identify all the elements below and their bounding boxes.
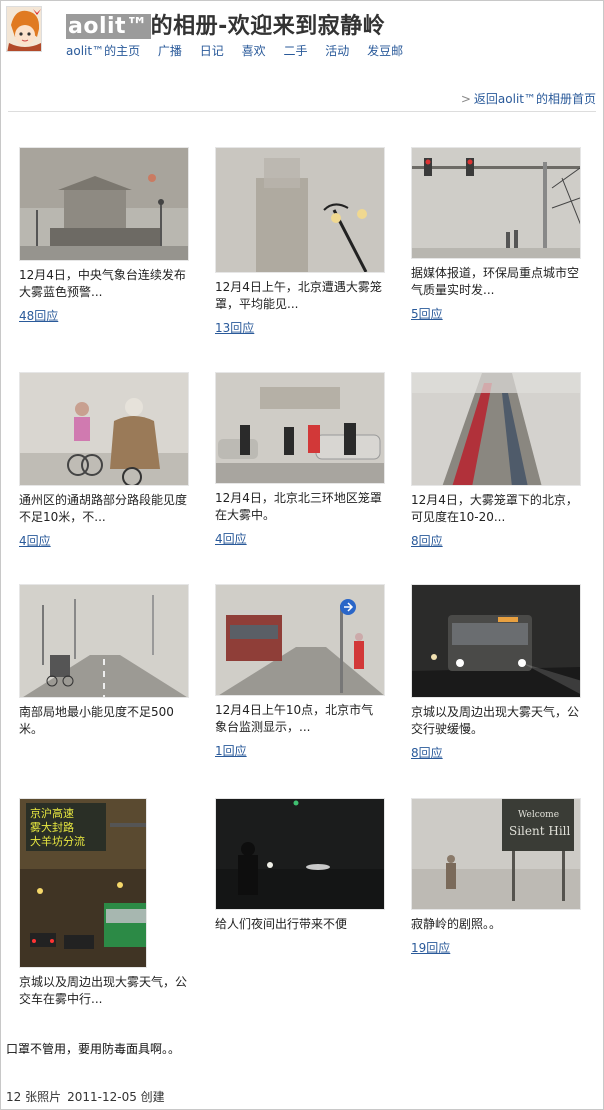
sign-welcome: Welcome [518, 810, 559, 820]
photo-caption: 12月4日，大雾笼罩下的北京，可见度在10-20... [411, 493, 578, 524]
highway-sign-photo[interactable]: 京沪高速 雾大封路 大羊坊分流 [19, 798, 147, 968]
photo-card: 12月4日，北京北三环地区笼罩在大雾中。 4回应 [215, 372, 387, 547]
photo-caption: 12月4日上午，北京遭遇大雾笼罩，平均能见... [215, 280, 382, 311]
road-fog-photo[interactable] [19, 584, 189, 698]
photo-count: 12 张照片 [6, 1090, 62, 1104]
nav-link-secondhand[interactable]: 二手 [283, 44, 307, 58]
photo-caption: 京城以及周边出现大雾天气，公交车在雾中行... [19, 975, 188, 1006]
album-footer: 12 张照片 2011-12-05 创建 [6, 1088, 165, 1105]
photo-card: 京城以及周边出现大雾天气，公交行驶缓慢。 8回应 [411, 584, 583, 761]
photo-caption: 通州区的通胡路部分路段能见度不足10米，不... [19, 493, 188, 524]
nav-link-events[interactable]: 活动 [325, 44, 349, 58]
photo-caption: 12月4日，北京北三环地区笼罩在大雾中。 [215, 491, 382, 522]
sign-line-1: 京沪高速 [30, 806, 74, 820]
title-username[interactable]: aolit™ [66, 14, 151, 39]
photo-card: 12月4日，中央气象台连续发布大雾蓝色预警... 48回应 [19, 147, 191, 324]
photo-caption: 给人们夜间出行带来不便 [215, 917, 348, 931]
photo-card: 12月4日上午10点，北京市气象台监测显示，... 1回应 [215, 584, 387, 759]
photo-caption: 12月4日上午10点，北京市气象台监测显示，... [215, 703, 374, 734]
back-arrow-icon: > [460, 92, 471, 106]
tiananmen-fog-photo[interactable] [19, 147, 189, 261]
skyscraper-fog-photo[interactable] [411, 372, 581, 486]
nav-link-likes[interactable]: 喜欢 [242, 44, 266, 58]
foggy-tower-photo[interactable] [215, 147, 385, 273]
title-suffix: 的相册-欢迎来到寂静岭 [150, 14, 386, 39]
photo-caption: 据媒体报道，环保局重点城市空气质量实时发... [411, 266, 580, 297]
pedestrians-fog-photo[interactable] [215, 372, 385, 484]
back-to-album-link[interactable]: > 返回aolit™的相册首页 [461, 90, 596, 107]
photo-caption: 南部局地最小能见度不足500米。 [19, 705, 174, 736]
user-nav: aolit™的主页 广播 日记 喜欢 二手 活动 发豆邮 [66, 42, 417, 58]
nav-link-broadcast[interactable]: 广播 [158, 44, 182, 58]
traffic-light-fog-photo[interactable] [411, 147, 581, 259]
sign-line-2: 雾大封路 [30, 820, 74, 834]
back-link-label[interactable]: 返回aolit™的相册首页 [474, 92, 596, 106]
photo-replies-link[interactable]: 13回应 [215, 319, 387, 336]
silent-hill-photo[interactable]: Welcome Silent Hill [411, 798, 581, 910]
truck-fog-photo[interactable] [215, 584, 385, 696]
photo-card: 京沪高速 雾大封路 大羊坊分流 京城以及周边出现大雾天气，公交车在雾中行... [19, 798, 191, 1008]
photo-replies-link[interactable]: 8回应 [411, 532, 583, 549]
photo-replies-link[interactable]: 1回应 [215, 742, 387, 759]
photo-replies-link[interactable]: 4回应 [215, 530, 387, 547]
photo-card: 12月4日，大雾笼罩下的北京，可见度在10-20... 8回应 [411, 372, 583, 549]
photo-replies-link[interactable]: 19回应 [411, 939, 583, 956]
album-description: 口罩不管用，要用防毒面具啊。。 [6, 1042, 181, 1056]
dark-night-photo[interactable] [215, 798, 385, 910]
bus-night-photo[interactable] [411, 584, 581, 698]
photo-card: Welcome Silent Hill 寂静岭的剧照。。 19回应 [411, 798, 583, 956]
photo-card: 12月4日上午，北京遭遇大雾笼罩，平均能见... 13回应 [215, 147, 387, 336]
photo-card: 据媒体报道，环保局重点城市空气质量实时发... 5回应 [411, 147, 583, 322]
sign-silent-hill: Silent Hill [509, 824, 571, 838]
photo-card: 通州区的通胡路部分路段能见度不足10米，不... 4回应 [19, 372, 191, 549]
photo-replies-link[interactable]: 4回应 [19, 532, 191, 549]
created-date: 2011-12-05 创建 [67, 1090, 165, 1104]
photo-caption: 12月4日，中央气象台连续发布大雾蓝色预警... [19, 268, 186, 299]
page-title: aolit™的相册-欢迎来到寂静岭 [66, 8, 386, 39]
nav-link-send-mail[interactable]: 发豆邮 [367, 44, 403, 58]
photo-card: 南部局地最小能见度不足500米。 [19, 584, 191, 738]
nav-link-home[interactable]: aolit™的主页 [66, 44, 140, 58]
nav-link-diary[interactable]: 日记 [200, 44, 224, 58]
header-divider [8, 111, 596, 112]
photo-replies-link[interactable]: 48回应 [19, 307, 191, 324]
cyclist-mask-photo[interactable] [19, 372, 189, 486]
photo-replies-link[interactable]: 5回应 [411, 305, 583, 322]
user-avatar[interactable] [6, 6, 42, 52]
sign-line-3: 大羊坊分流 [30, 834, 85, 848]
photo-card: 给人们夜间出行带来不便 [215, 798, 387, 933]
photo-caption: 京城以及周边出现大雾天气，公交行驶缓慢。 [411, 705, 580, 736]
photo-caption: 寂静岭的剧照。。 [411, 917, 502, 931]
photo-replies-link[interactable]: 8回应 [411, 744, 583, 761]
